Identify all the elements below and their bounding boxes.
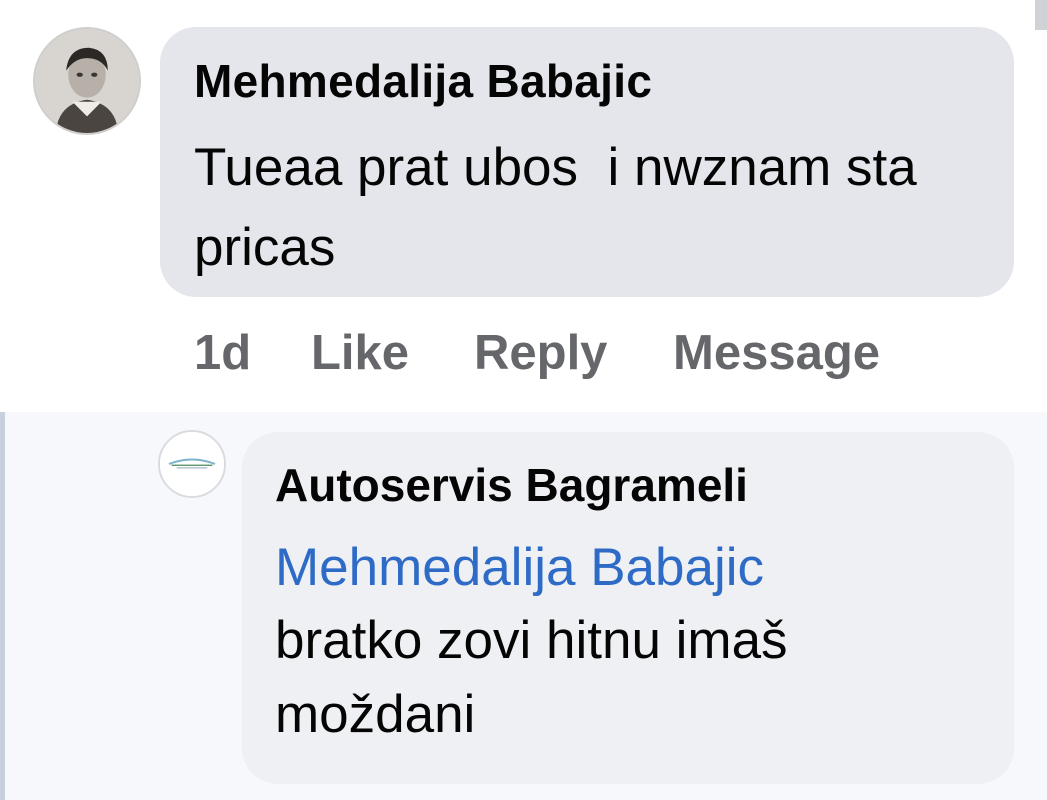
comment-timestamp[interactable]: 1d	[194, 325, 251, 381]
mention-link[interactable]: Mehmedalija Babajic	[275, 532, 764, 604]
scrollbar-thumb[interactable]	[1035, 0, 1047, 30]
thread-line	[0, 412, 5, 800]
reply-author-avatar[interactable]	[158, 430, 226, 498]
commenter-avatar[interactable]	[33, 27, 141, 135]
reply-button[interactable]: Reply	[474, 325, 607, 381]
message-button[interactable]: Message	[673, 325, 880, 381]
reply-author-name[interactable]: Autoservis Bagrameli	[275, 458, 748, 512]
like-button[interactable]: Like	[311, 325, 409, 381]
user-photo-avatar-icon	[35, 29, 139, 133]
reply-text: bratko zovi hitnu imaš moždani	[275, 611, 788, 744]
business-logo-avatar-icon	[160, 432, 224, 496]
comment-author-name[interactable]: Mehmedalija Babajic	[194, 54, 652, 108]
comment-text: Tueaa prat ubos i nwznam sta pricas	[194, 138, 932, 277]
